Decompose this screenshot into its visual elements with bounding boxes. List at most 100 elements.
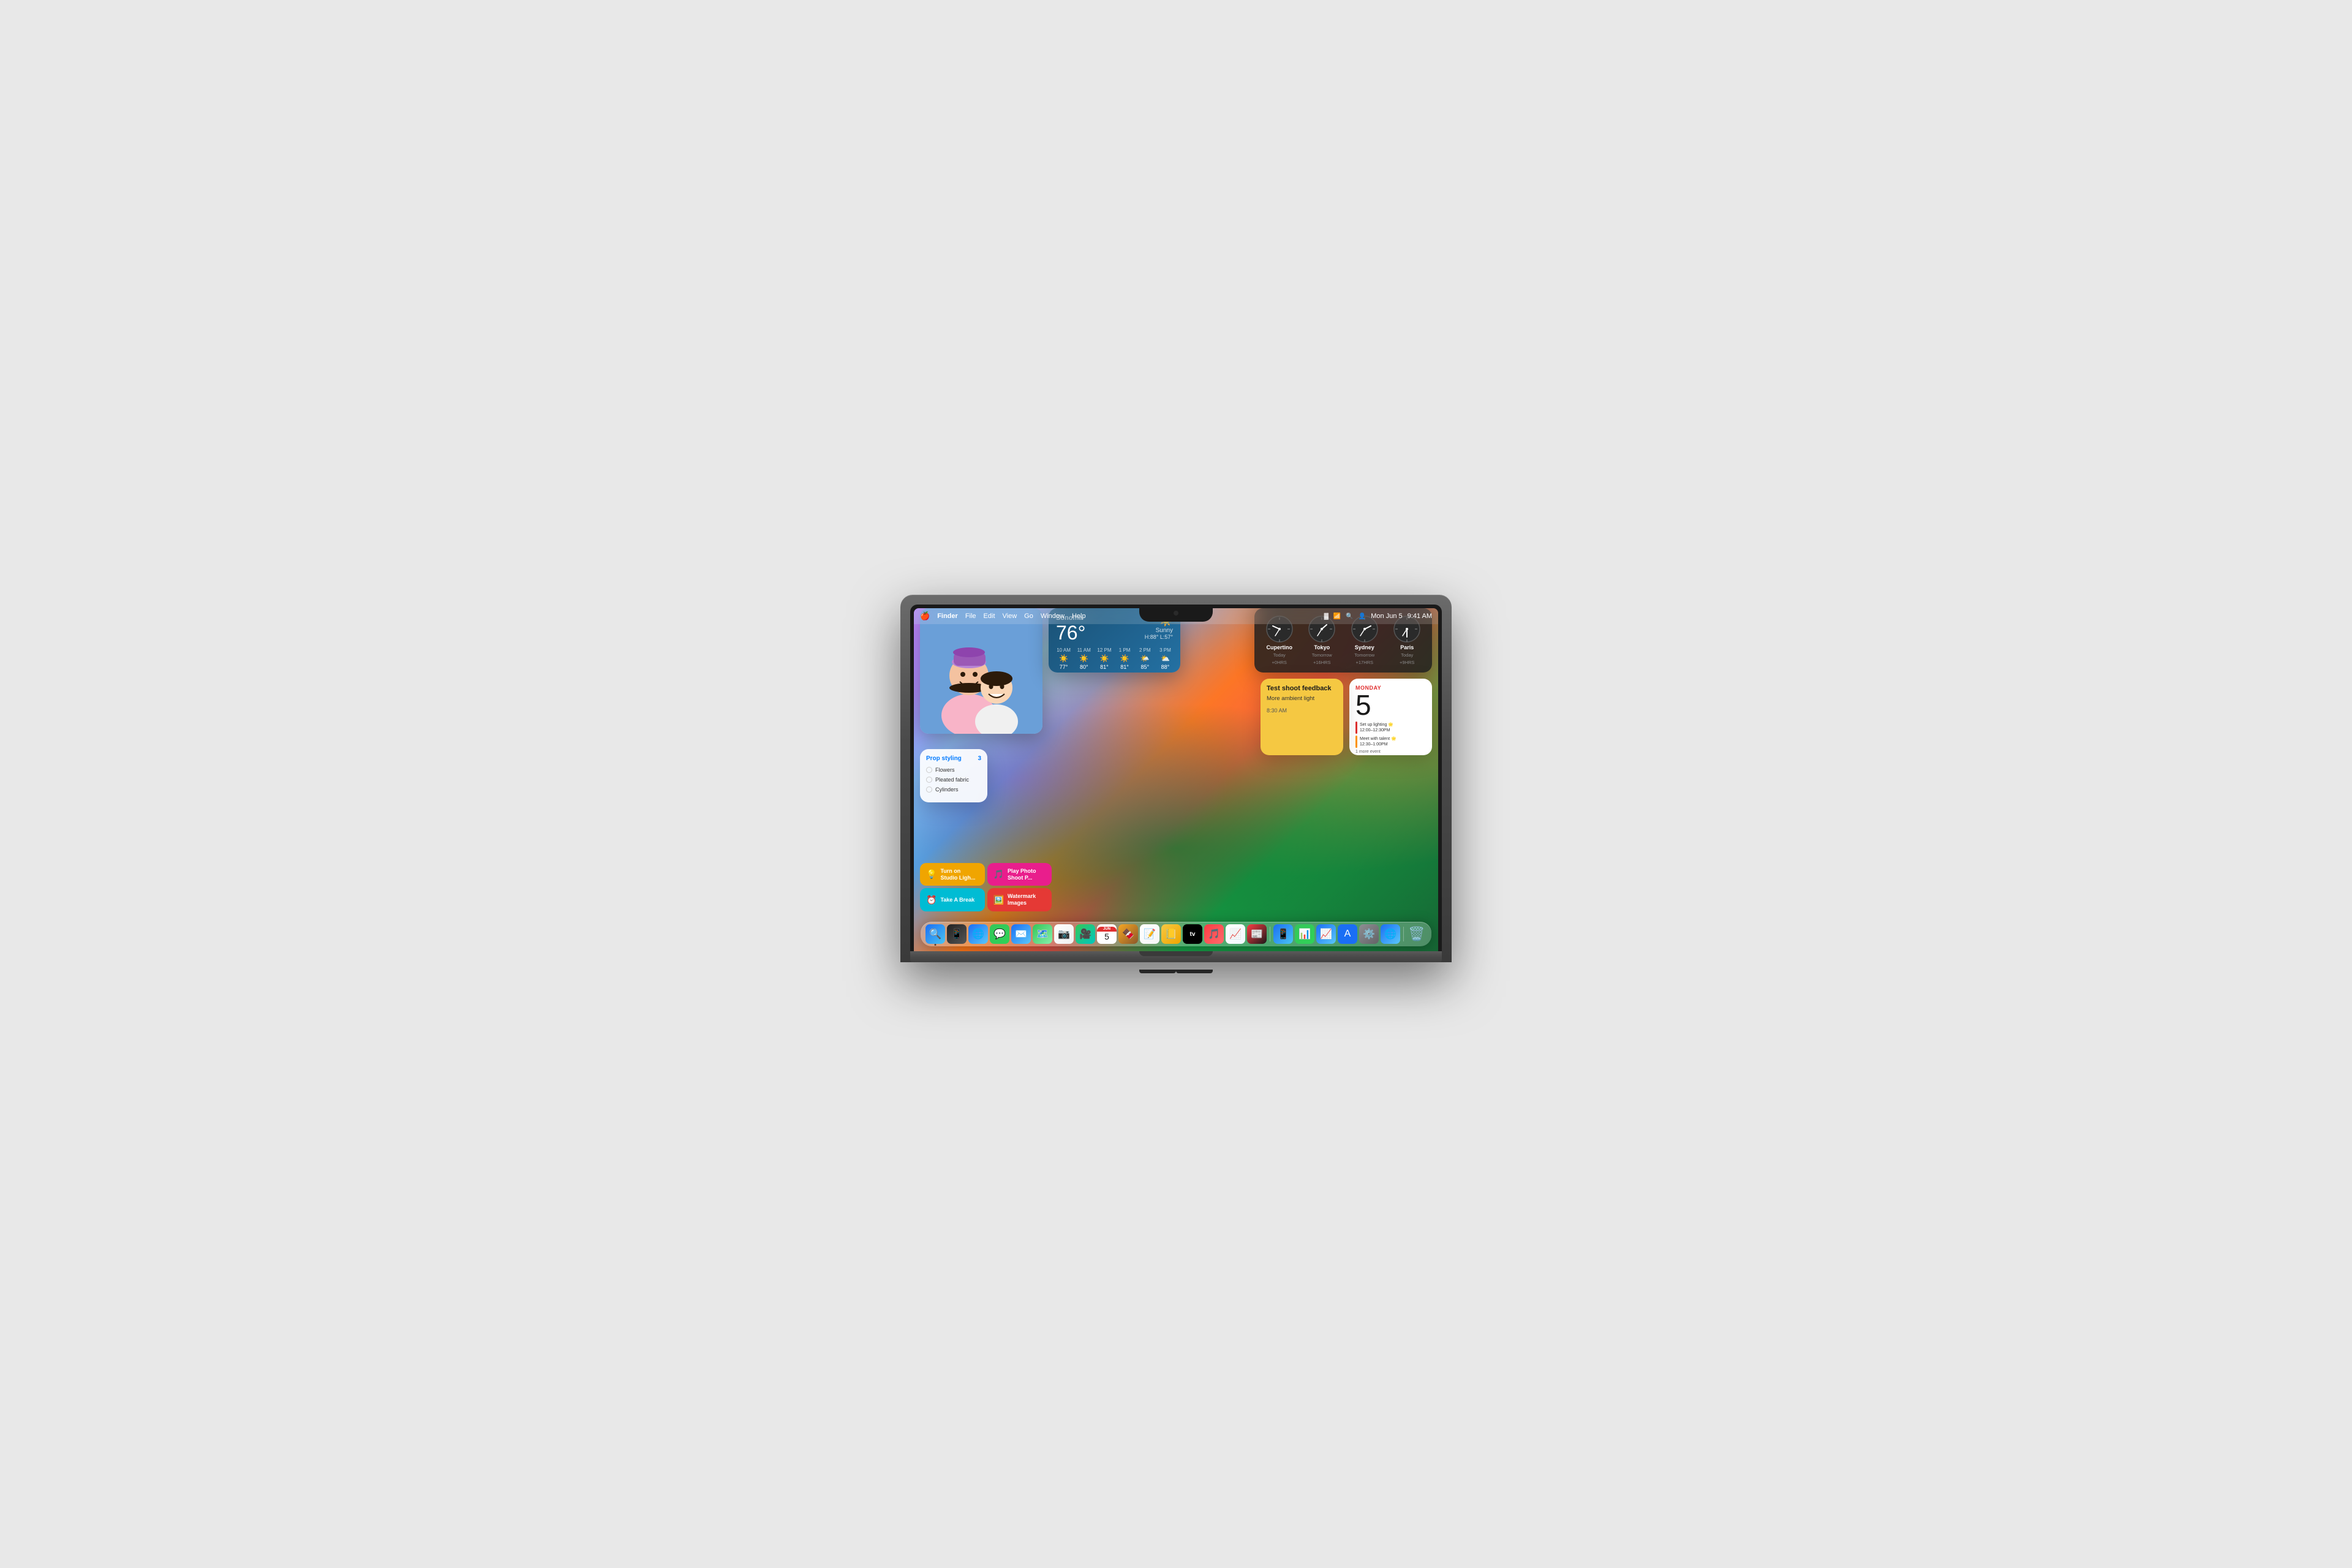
clock-sydney-diff: +17HRS: [1355, 660, 1373, 665]
reminder-text-2: Pleated fabric: [935, 777, 969, 783]
dock-notes[interactable]: 📒: [1161, 924, 1181, 944]
menubar-right: ▓ 📶 🔍 👤 Mon Jun 5 9:41 AM: [1324, 612, 1432, 620]
clock-paris-day: Today: [1401, 652, 1413, 658]
reminder-circle-3[interactable]: [926, 786, 932, 793]
reminder-circle-2[interactable]: [926, 777, 932, 783]
weather-hour-1pm: 1 PM ☀️ 81°: [1117, 647, 1133, 670]
camera-notch: [1139, 605, 1213, 622]
menubar-file[interactable]: File: [965, 612, 976, 620]
macbook-foot-left: [1139, 970, 1176, 973]
search-icon[interactable]: 🔍: [1346, 613, 1353, 620]
weather-hi-lo: H:88° L:57°: [1145, 634, 1173, 640]
weather-condition: Sunny: [1145, 627, 1173, 634]
photo-widget: [920, 608, 1042, 734]
menubar-finder[interactable]: Finder: [937, 612, 958, 620]
dock-facetime[interactable]: 🎥: [1076, 924, 1095, 944]
calendar-event-text-1: Set up lighting 🌟 12:00–12:30PM: [1360, 722, 1393, 733]
dock-news[interactable]: 📰: [1247, 924, 1267, 944]
macbook-container: 🍎 Finder File Edit View Go Window Help ▓…: [900, 595, 1452, 973]
dock-mail[interactable]: ✉️: [1011, 924, 1031, 944]
menubar-edit[interactable]: Edit: [984, 612, 995, 620]
camera-dot: [1174, 611, 1178, 616]
shortcuts-widget: 💡 Turn on Studio Ligh... 🎵 Play Photo Sh…: [920, 863, 1052, 911]
macbook-foot-right: [1176, 970, 1213, 973]
reminder-circle-1[interactable]: [926, 767, 932, 773]
dock-trash[interactable]: 🗑️: [1407, 924, 1427, 944]
shortcut-photo-shoot[interactable]: 🎵 Play Photo Shoot P...: [987, 863, 1052, 886]
dock-files[interactable]: 📱: [1273, 924, 1293, 944]
shortcut-take-break[interactable]: ⏰ Take A Break: [920, 888, 985, 911]
shortcut-studio-light[interactable]: 💡 Turn on Studio Ligh...: [920, 863, 985, 886]
menubar-time: 9:41 AM: [1408, 612, 1432, 620]
dock-music[interactable]: 🎵: [1204, 924, 1224, 944]
dock-calendar[interactable]: JUN 5: [1097, 924, 1117, 944]
reminder-text-3: Cylinders: [935, 786, 959, 793]
reminder-3: Cylinders: [926, 786, 981, 793]
dock-contacts[interactable]: 🍫: [1118, 924, 1138, 944]
shortcut-music-label: Play Photo Shoot P...: [1008, 868, 1046, 881]
reminders-header: Prop styling 3: [926, 755, 981, 762]
weather-hour-2pm: 2 PM 🌤️ 85°: [1137, 647, 1153, 670]
notes-time: 8:30 AM: [1267, 707, 1337, 714]
dock-keynote[interactable]: 📈: [1316, 924, 1336, 944]
macbook-hinge: [1139, 951, 1213, 956]
menubar-window[interactable]: Window: [1041, 612, 1065, 620]
dock-finder[interactable]: 🔍: [925, 924, 945, 944]
weather-temperature: 76°: [1056, 623, 1085, 643]
shortcut-music-icon: 🎵: [993, 869, 1004, 880]
dock-tv[interactable]: tv: [1183, 924, 1202, 944]
calendar-widget: Monday 5 Set up lighting 🌟 12:00–12:30PM: [1349, 679, 1432, 755]
user-icon: 👤: [1359, 613, 1366, 620]
dock-freeform[interactable]: 📈: [1226, 924, 1245, 944]
weather-forecast: 10 AM ☀️ 77° 11 AM ☀️ 80° 12 PM ☀️ 8: [1056, 647, 1173, 670]
dock-screen[interactable]: 🌐: [1381, 924, 1400, 944]
clock-sydney-name: Sydney: [1355, 644, 1374, 650]
dock-reminders[interactable]: 📝: [1140, 924, 1159, 944]
calendar-event-bar-1: [1355, 722, 1357, 734]
macbook-feet: [1115, 970, 1237, 973]
dock-appstore[interactable]: A: [1338, 924, 1357, 944]
menubar-help[interactable]: Help: [1072, 612, 1086, 620]
dock-launchpad[interactable]: 📱: [947, 924, 967, 944]
macbook-body: 🍎 Finder File Edit View Go Window Help ▓…: [900, 595, 1452, 962]
reminders-count: 3: [978, 755, 981, 762]
notes-widget: Test shoot feedback More ambient light 8…: [1261, 679, 1343, 755]
dock-settings[interactable]: ⚙️: [1359, 924, 1379, 944]
clock-cupertino-day: Today: [1273, 652, 1286, 658]
menubar-left: 🍎 Finder File Edit View Go Window Help: [920, 611, 1324, 621]
dock-separator-2: [1403, 927, 1404, 941]
photo-content: [920, 608, 1042, 734]
shortcut-watermark[interactable]: 🖼️ Watermark Images: [987, 888, 1052, 911]
dock-photos[interactable]: 📷: [1054, 924, 1074, 944]
clock-paris-name: Paris: [1400, 644, 1414, 650]
clock-tokyo-diff: +16HRS: [1313, 660, 1331, 665]
menubar-go[interactable]: Go: [1024, 612, 1033, 620]
calendar-date-number: 5: [1355, 691, 1426, 719]
calendar-event-2: Meet with talent 🌟 12:30–1:00PM: [1355, 736, 1426, 748]
shortcut-watermark-icon: 🖼️: [993, 895, 1004, 905]
shortcut-break-icon: ⏰: [926, 895, 937, 905]
clock-tokyo-day: Tomorrow: [1312, 652, 1332, 658]
dock-safari[interactable]: 🌐: [968, 924, 988, 944]
reminder-2: Pleated fabric: [926, 777, 981, 783]
reminders-widget: Prop styling 3 Flowers Pleated fabric Cy…: [920, 749, 987, 802]
weather-hour-10am: 10 AM ☀️ 77°: [1056, 647, 1071, 670]
battery-icon: ▓: [1324, 613, 1329, 620]
menubar-view[interactable]: View: [1003, 612, 1017, 620]
dock-maps[interactable]: 🗺️: [1033, 924, 1052, 944]
macbook-base: [910, 951, 1442, 962]
reminder-1: Flowers: [926, 767, 981, 773]
weather-hour-3pm: 3 PM ⛅ 88°: [1158, 647, 1173, 670]
reminder-text-1: Flowers: [935, 767, 955, 773]
desktop-screen: 🍎 Finder File Edit View Go Window Help ▓…: [914, 608, 1438, 951]
clock-tokyo-name: Tokyo: [1314, 644, 1330, 650]
shortcut-watermark-label: Watermark Images: [1008, 893, 1046, 907]
calendar-event-bar-2: [1355, 736, 1357, 748]
dock-messages[interactable]: 💬: [990, 924, 1009, 944]
photo-svg: [920, 608, 1042, 734]
calendar-more-events: 1 more event: [1355, 750, 1426, 754]
calendar-event-text-2: Meet with talent 🌟 12:30–1:00PM: [1360, 736, 1396, 747]
clock-sydney-day: Tomorrow: [1354, 652, 1374, 658]
apple-menu-icon[interactable]: 🍎: [920, 611, 930, 621]
dock-numbers[interactable]: 📊: [1295, 924, 1314, 944]
